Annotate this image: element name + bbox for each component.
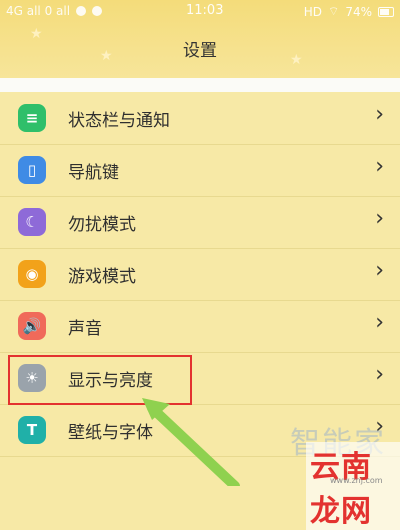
watermark-site-name: 云南龙网 [306,442,400,530]
pointer-arrow-icon [142,398,240,486]
watermark-url: www.znj.com [330,476,383,485]
